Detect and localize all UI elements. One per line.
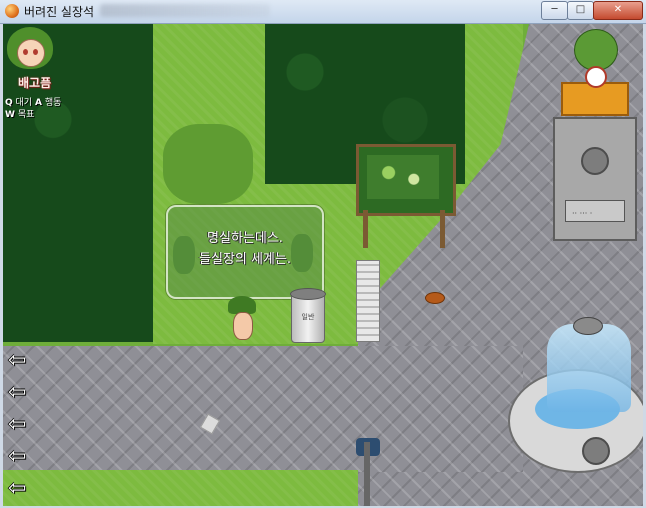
nav-arrow-4[interactable]: ⇦ (8, 446, 34, 468)
hunger-status: 배고픔 (18, 76, 52, 90)
fountain-spray (547, 324, 631, 412)
character-portrait (7, 27, 53, 69)
game-viewport[interactable]: 배고픔 Q 대기 A 행동 W 목표 명실하는데스. 들실장의 세계는. 일반 (3, 24, 643, 506)
sign-post-right (440, 210, 445, 248)
stone-path-horizontal (3, 346, 523, 472)
clock-icon[interactable] (585, 66, 607, 88)
statue-pedestal (553, 117, 637, 241)
street-lamp-pole (364, 442, 370, 506)
window-titlebar[interactable]: 버려진 실장석 ─ □ ✕ (0, 0, 646, 24)
speech-bubble: 명실하는데스. 들실장의 세계는. (166, 205, 324, 299)
player-character[interactable] (228, 296, 256, 342)
trash-can-lid (290, 288, 326, 300)
nav-arrow-1[interactable]: ⇦ (8, 350, 34, 372)
hint-key-a: A (34, 98, 42, 108)
tree-shadow (163, 124, 253, 204)
dialogue-line-2: 들실장의 세계는. (199, 252, 291, 267)
sign-post-left (363, 210, 368, 248)
nav-arrow-3[interactable]: ⇦ (8, 414, 34, 436)
hint-key-w: W (5, 110, 15, 120)
hint-row-2: W 목표 (5, 107, 34, 120)
window-title: 버려진 실장석 (24, 5, 95, 19)
portrait-face (17, 39, 45, 67)
app-icon (5, 4, 19, 18)
portrait-eye-left (23, 49, 28, 55)
plaque-text: ·· ··· · (572, 209, 593, 218)
trash-can[interactable]: 일반 (290, 288, 326, 343)
map-image (367, 155, 439, 199)
lower-grass (3, 470, 358, 506)
fountain-npc[interactable] (573, 317, 603, 335)
hint-label-action: 행동 (44, 98, 62, 108)
dialogue-line-1: 명실하는데스. (207, 231, 283, 246)
close-button[interactable]: ✕ (593, 1, 643, 20)
statue-plaque: ·· ··· · (565, 200, 625, 222)
map-signboard[interactable] (356, 144, 456, 216)
trash-can-label: 일반 (301, 313, 315, 321)
bread-item[interactable] (425, 292, 445, 304)
nav-arrow-2[interactable]: ⇦ (8, 382, 34, 404)
portrait-eye-right (33, 49, 38, 55)
park-bench[interactable] (356, 260, 380, 342)
statue-emblem (581, 147, 609, 175)
maximize-button[interactable]: □ (567, 1, 594, 20)
minimize-button[interactable]: ─ (541, 1, 568, 20)
nav-arrow-5[interactable]: ⇦ (8, 478, 34, 500)
player-body (233, 312, 253, 340)
blurred-subtitle (100, 4, 270, 17)
fountain-emblem (582, 437, 610, 465)
statue-figure (574, 29, 618, 71)
hint-label-goal: 목표 (17, 110, 35, 120)
